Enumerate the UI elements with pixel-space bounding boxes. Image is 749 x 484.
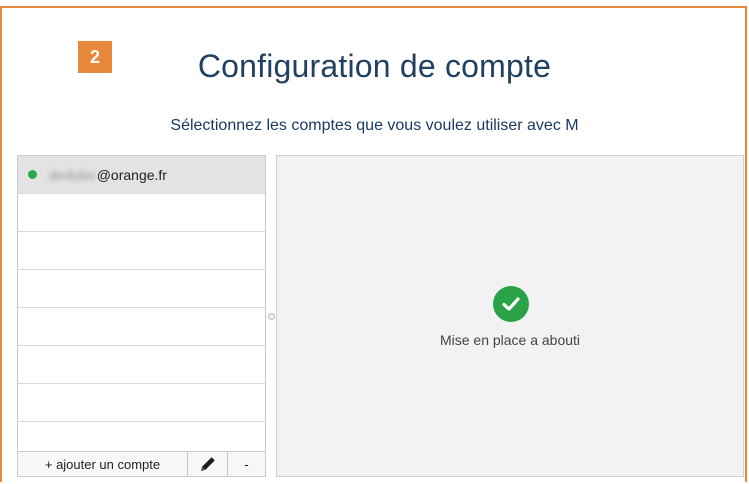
add-account-button[interactable]: + ajouter un compte	[18, 452, 188, 476]
check-circle-icon	[493, 286, 529, 322]
accounts-list: dedubo @orange.fr	[17, 155, 266, 477]
accounts-toolbar: + ajouter un compte -	[17, 451, 266, 477]
remove-account-button[interactable]: -	[228, 452, 265, 476]
account-detail-panel: Mise en place a abouti	[276, 155, 744, 477]
page-title: Configuration de compte	[197, 48, 552, 84]
splitter-handle[interactable]	[268, 313, 275, 320]
list-item-empty	[18, 194, 265, 232]
account-item-orange[interactable]: dedubo @orange.fr	[18, 156, 265, 194]
checkmark-icon	[502, 297, 520, 311]
list-item-empty	[18, 384, 265, 422]
list-item-empty	[18, 346, 265, 384]
list-item-empty	[18, 270, 265, 308]
edit-account-button[interactable]	[188, 452, 228, 476]
list-item-empty	[18, 308, 265, 346]
list-item-empty	[18, 232, 265, 270]
page-subtitle: Sélectionnez les comptes que vous voulez…	[170, 117, 579, 134]
status-dot-icon	[28, 170, 37, 179]
account-domain: @orange.fr	[96, 166, 167, 183]
account-name-blurred: dedubo	[49, 166, 96, 183]
setup-status-text: Mise en place a abouti	[439, 332, 581, 348]
pencil-icon	[200, 457, 215, 471]
